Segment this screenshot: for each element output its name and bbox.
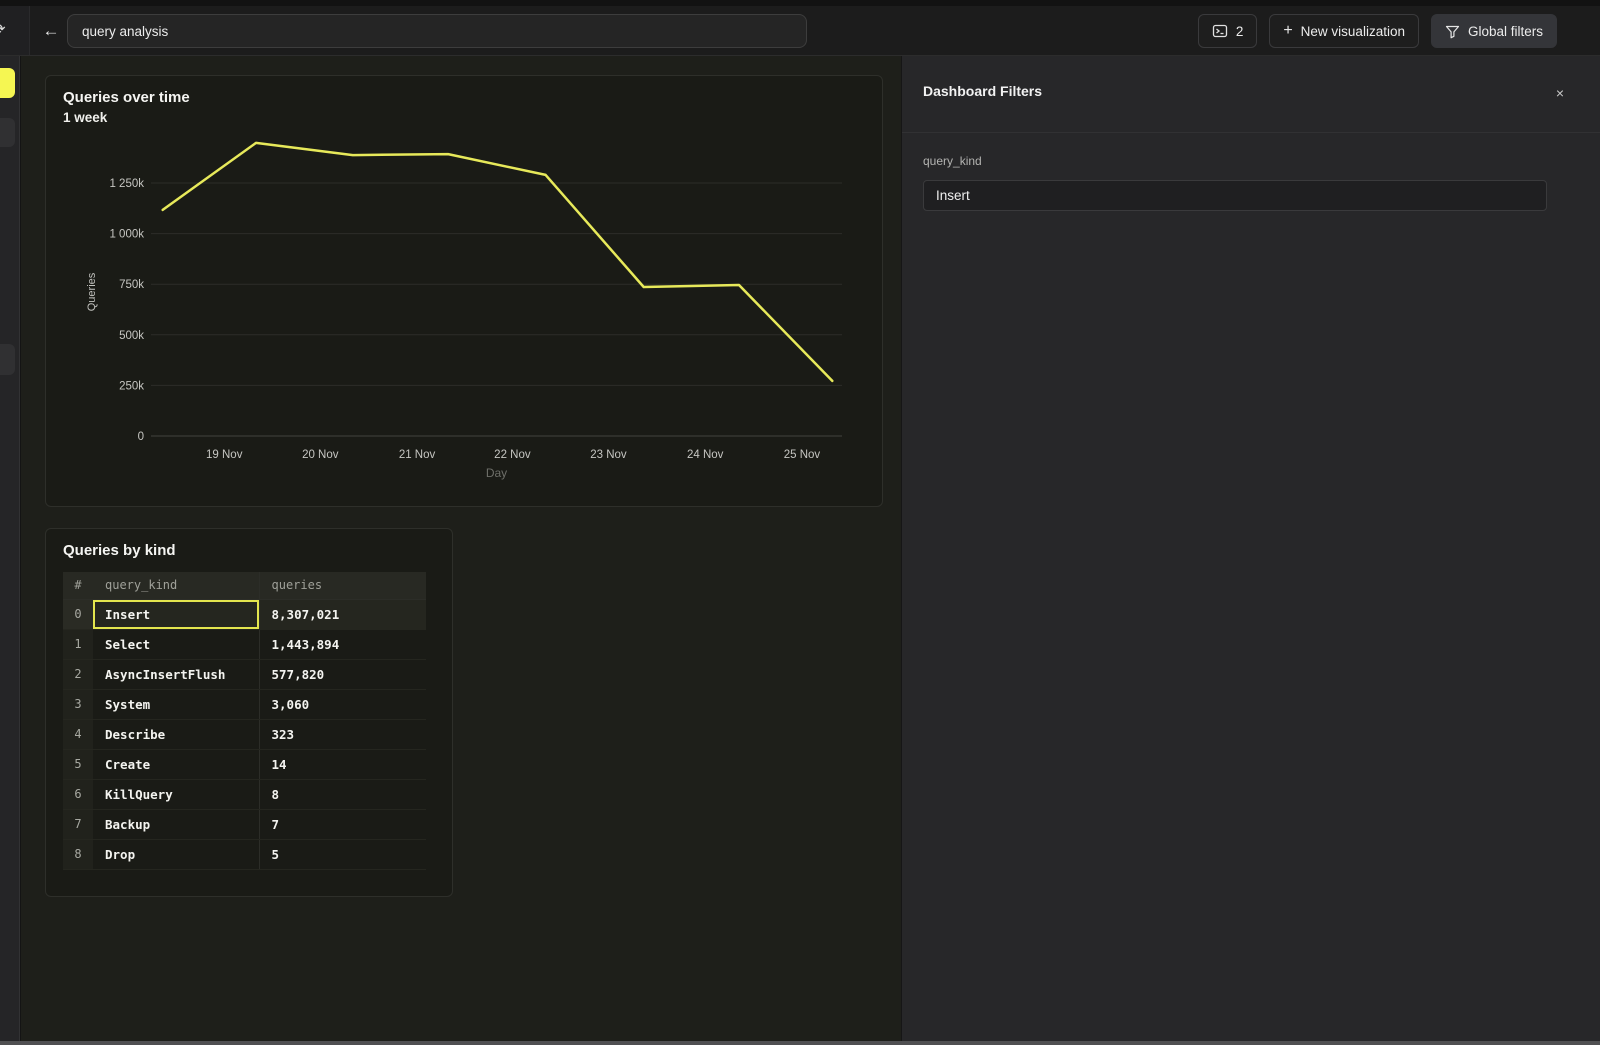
visualization-thumbnail[interactable] — [0, 118, 15, 147]
y-axis-title: Queries — [86, 272, 98, 311]
queries-table-head: #query_kindqueries — [63, 572, 426, 599]
row-index: 0 — [63, 599, 93, 629]
cell-queries[interactable]: 1,443,894 — [259, 629, 426, 659]
funnel-icon — [1445, 24, 1460, 39]
cell-query-kind[interactable]: AsyncInsertFlush — [93, 659, 259, 689]
global-filters-label: Global filters — [1468, 24, 1543, 39]
y-tick-label: 500k — [119, 330, 144, 342]
cell-query-kind[interactable]: Insert — [93, 599, 259, 629]
table-row: 5Create14 — [63, 749, 426, 779]
row-index: 7 — [63, 809, 93, 839]
plus-icon: + — [1283, 22, 1292, 40]
y-tick-label: 1 250k — [109, 178, 144, 190]
row-index: 1 — [63, 629, 93, 659]
cell-queries[interactable]: 8 — [259, 779, 426, 809]
console-count-button[interactable]: 2 — [1198, 14, 1258, 48]
cell-query-kind[interactable]: Select — [93, 629, 259, 659]
table-row: 4Describe323 — [63, 719, 426, 749]
x-tick-label: 21 Nov — [399, 449, 436, 461]
queries-over-time-card: Queries over time 1 week 0 250k 500k 750k 1 … — [45, 75, 883, 507]
topbar: ⟳ ← 2 + New visualization — [0, 6, 1600, 56]
table-row: 3System3,060 — [63, 689, 426, 719]
chart-title: Queries over time — [63, 87, 865, 108]
table-row: 0Insert8,307,021 — [63, 599, 426, 629]
filters-panel-title: Dashboard Filters — [923, 83, 1042, 99]
cell-query-kind[interactable]: Create — [93, 749, 259, 779]
console-icon — [1212, 23, 1228, 39]
table-row: 1Select1,443,894 — [63, 629, 426, 659]
new-visualization-label: New visualization — [1301, 24, 1405, 39]
cell-queries[interactable]: 7 — [259, 809, 426, 839]
refresh-icon[interactable]: ⟳ — [0, 20, 6, 38]
x-tick-label: 24 Nov — [687, 449, 724, 461]
cell-query-kind[interactable]: KillQuery — [93, 779, 259, 809]
cell-query-kind[interactable]: Backup — [93, 809, 259, 839]
cell-queries[interactable]: 323 — [259, 719, 426, 749]
row-index: 3 — [63, 689, 93, 719]
table-row: 7Backup7 — [63, 809, 426, 839]
row-index: 6 — [63, 779, 93, 809]
y-tick-label: 250k — [119, 380, 144, 392]
series-line-queries — [163, 143, 833, 381]
visualization-thumbnail[interactable] — [0, 344, 15, 375]
cell-queries[interactable]: 5 — [259, 839, 426, 869]
x-tick-label: 23 Nov — [590, 449, 627, 461]
topbar-actions: 2 + New visualization Global filters — [1198, 14, 1557, 48]
y-tick-label: 750k — [119, 279, 144, 291]
dashboard-title-input[interactable] — [67, 14, 807, 48]
x-tick-label: 20 Nov — [302, 449, 339, 461]
table-row: 8Drop5 — [63, 839, 426, 869]
filter-field-label: query_kind — [923, 154, 982, 168]
table-row: 6KillQuery8 — [63, 779, 426, 809]
cell-queries[interactable]: 577,820 — [259, 659, 426, 689]
cell-queries[interactable]: 8,307,021 — [259, 599, 426, 629]
table-row: 2AsyncInsertFlush577,820 — [63, 659, 426, 689]
row-index: 5 — [63, 749, 93, 779]
new-visualization-button[interactable]: + New visualization — [1269, 14, 1419, 48]
close-icon[interactable]: × — [1550, 83, 1570, 103]
visualization-rail — [0, 56, 20, 1041]
row-index: 2 — [63, 659, 93, 689]
table-header-index: # — [63, 572, 93, 599]
topbar-rail-corner: ⟳ — [0, 6, 30, 55]
queries-chart: 0 250k 500k 750k 1 000k 1 250k 19 Nov 20 Nov 21 … — [63, 132, 867, 494]
dashboard-canvas: Queries over time 1 week 0 250k 500k 750k 1 … — [21, 56, 901, 1041]
queries-by-kind-card: Queries by kind #query_kindqueries 0Inse… — [45, 528, 453, 897]
cell-query-kind[interactable]: System — [93, 689, 259, 719]
table-header-query_kind: query_kind — [93, 572, 259, 599]
visualization-thumbnail-active[interactable] — [0, 68, 15, 98]
y-tick-label: 1 000k — [109, 229, 144, 241]
cell-query-kind[interactable]: Describe — [93, 719, 259, 749]
x-tick-label: 25 Nov — [784, 449, 821, 461]
row-index: 4 — [63, 719, 93, 749]
global-filters-button[interactable]: Global filters — [1431, 14, 1557, 48]
dashboard-page: ⟳ ← 2 + New visualization — [0, 0, 1600, 1045]
console-count: 2 — [1236, 24, 1244, 39]
panel-divider — [902, 132, 1600, 133]
cell-queries[interactable]: 14 — [259, 749, 426, 779]
x-tick-label: 22 Nov — [494, 449, 531, 461]
table-header-queries: queries — [259, 572, 426, 599]
back-button[interactable]: ← — [38, 18, 64, 44]
queries-table: #query_kindqueries 0Insert8,307,0211Sele… — [63, 572, 426, 870]
row-index: 8 — [63, 839, 93, 869]
chart-subtitle: 1 week — [63, 108, 865, 128]
query-kind-filter-input[interactable] — [923, 180, 1547, 211]
filters-panel-header: Dashboard Filters × — [923, 83, 1570, 103]
x-tick-label: 19 Nov — [206, 449, 243, 461]
x-axis-title: Day — [486, 466, 507, 480]
dashboard-filters-panel: Dashboard Filters × query_kind — [901, 56, 1600, 1041]
queries-table-body: 0Insert8,307,0211Select1,443,8942AsyncIn… — [63, 599, 426, 869]
y-tick-label: 0 — [138, 431, 144, 443]
window-bottom-edge — [0, 1041, 1600, 1045]
cell-query-kind[interactable]: Drop — [93, 839, 259, 869]
table-title: Queries by kind — [63, 540, 435, 561]
cell-queries[interactable]: 3,060 — [259, 689, 426, 719]
